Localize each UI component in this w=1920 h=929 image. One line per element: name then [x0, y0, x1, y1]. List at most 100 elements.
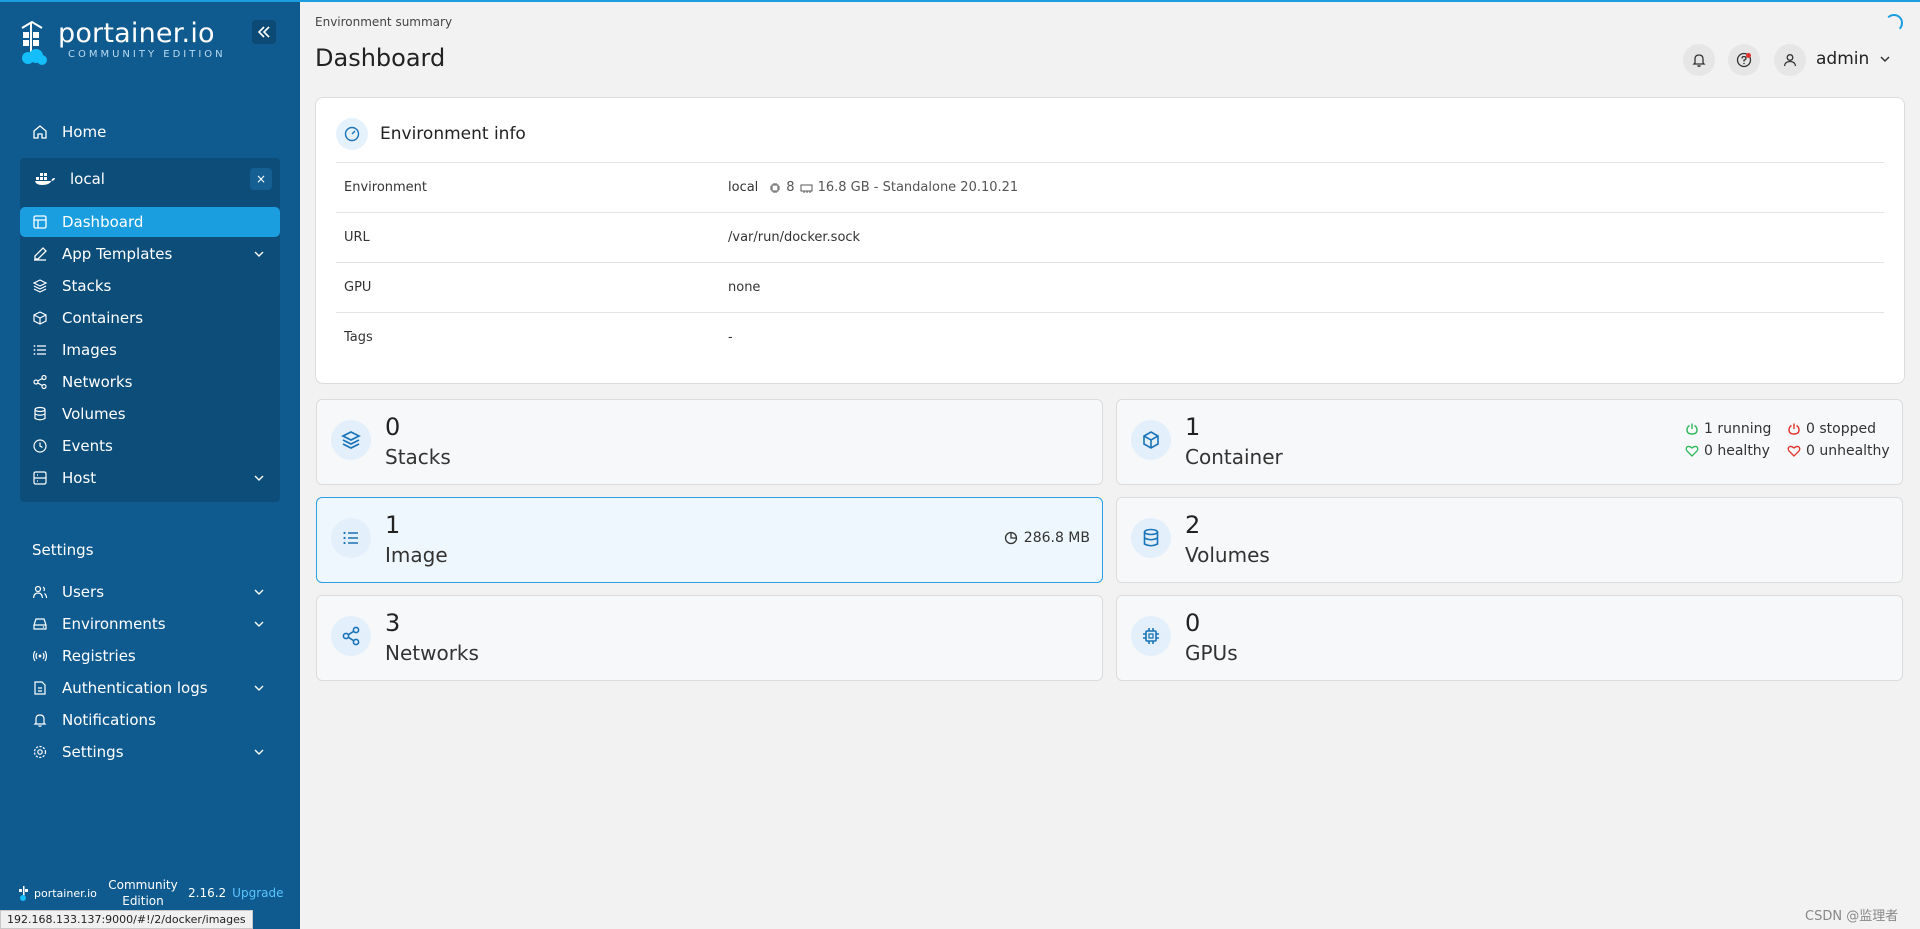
- chevrons-left-icon: [257, 26, 270, 38]
- list-icon: [331, 518, 371, 558]
- images-card[interactable]: 1 Image 286.8 MB: [316, 497, 1103, 583]
- containers-card[interactable]: 1 Container 1 running 0 stopped 0 health…: [1116, 399, 1903, 485]
- info-key: URL: [344, 230, 370, 245]
- box-icon: [1131, 420, 1171, 460]
- running-status: 1 running: [1685, 421, 1771, 437]
- footer-brand: portainer.io: [34, 886, 97, 900]
- upgrade-link[interactable]: Upgrade: [232, 886, 283, 900]
- images-count: 1: [385, 511, 401, 539]
- chevron-down-icon: [254, 749, 264, 755]
- heart-icon: [1685, 445, 1699, 457]
- chevron-down-icon: [254, 475, 264, 481]
- home-icon: [33, 125, 47, 139]
- collapse-sidebar-button[interactable]: [252, 20, 276, 44]
- heart-icon: [1787, 445, 1801, 457]
- notifications-button[interactable]: [1683, 44, 1715, 76]
- file-icon: [34, 681, 46, 695]
- sidebar-item-label: Host: [62, 469, 97, 487]
- brand-edition: COMMUNITY EDITION: [68, 49, 226, 60]
- sidebar-item-settings[interactable]: Settings: [20, 737, 280, 767]
- brand-name: portainer.io: [58, 18, 215, 49]
- info-key: Tags: [344, 330, 373, 345]
- sidebar-item-notifications[interactable]: Notifications: [20, 705, 280, 735]
- sidebar-item-app-templates[interactable]: App Templates: [20, 239, 280, 269]
- info-row-url: URL /var/run/docker.sock: [336, 212, 1884, 262]
- stopped-count: 0 stopped: [1806, 421, 1876, 437]
- sidebar-item-containers[interactable]: Containers: [20, 303, 280, 333]
- sidebar-item-stacks[interactable]: Stacks: [20, 271, 280, 301]
- close-icon: ×: [255, 172, 267, 186]
- status-bar-url: 192.168.133.137:9000/#!/2/docker/images: [0, 910, 253, 929]
- cpu-icon: [1131, 616, 1171, 656]
- loading-bar: [0, 0, 1920, 2]
- layers-icon: [32, 279, 48, 293]
- info-row-tags: Tags -: [336, 312, 1884, 362]
- power-icon: [1686, 423, 1698, 435]
- chevron-down-icon: [254, 621, 264, 627]
- sidebar-item-host[interactable]: Host: [20, 463, 280, 493]
- breadcrumb[interactable]: Environment summary: [315, 15, 452, 29]
- containers-label: Container: [1185, 445, 1283, 469]
- sidebar-item-label: App Templates: [62, 245, 173, 263]
- user-menu-name[interactable]: admin: [1816, 49, 1869, 69]
- environment-name: local: [70, 170, 105, 188]
- networks-card[interactable]: 3 Networks: [316, 595, 1103, 681]
- networks-label: Networks: [385, 641, 479, 665]
- sidebar-item-label: Stacks: [62, 277, 112, 295]
- sidebar-item-authentication-logs[interactable]: Authentication logs: [20, 673, 280, 703]
- sidebar-item-volumes[interactable]: Volumes: [20, 399, 280, 429]
- sidebar-item-label: Images: [62, 341, 117, 359]
- gpus-card[interactable]: 0 GPUs: [1116, 595, 1903, 681]
- chevron-down-icon: [254, 589, 264, 595]
- gear-icon: [33, 745, 47, 759]
- watermark: CSDN @监理者: [1805, 909, 1899, 924]
- sidebar-item-registries[interactable]: Registries: [20, 641, 280, 671]
- sidebar-item-label: Registries: [62, 647, 136, 665]
- server-icon: [33, 471, 47, 485]
- containers-count: 1: [1185, 413, 1201, 441]
- chevron-down-icon: [254, 685, 264, 691]
- stopped-status: 0 stopped: [1787, 421, 1876, 437]
- stacks-count: 0: [385, 413, 401, 441]
- database-icon: [34, 406, 46, 421]
- sidebar-item-networks[interactable]: Networks: [20, 367, 280, 397]
- help-icon: [1736, 52, 1752, 68]
- unhealthy-count: 0 unhealthy: [1806, 443, 1890, 459]
- portainer-logo-icon: [19, 886, 28, 901]
- info-value: /var/run/docker.sock: [728, 230, 861, 245]
- unhealthy-status: 0 unhealthy: [1787, 443, 1890, 459]
- environment-info-header: Environment info: [336, 118, 526, 150]
- stacks-label: Stacks: [385, 445, 451, 469]
- portainer-logo[interactable]: portainer.io COMMUNITY EDITION: [18, 20, 226, 70]
- environment-value: local: [728, 180, 759, 195]
- environment-info-title: Environment info: [380, 124, 526, 144]
- user-icon: [1783, 54, 1797, 67]
- cpu-count: 8: [786, 180, 795, 195]
- sidebar-item-home[interactable]: Home: [20, 117, 280, 147]
- bell-icon: [1692, 54, 1706, 67]
- footer-edition: Community Edition: [108, 878, 178, 908]
- sidebar-item-label: Settings: [62, 743, 124, 761]
- box-icon: [33, 311, 47, 325]
- pie-chart-icon: [1004, 531, 1017, 545]
- running-count: 1 running: [1704, 421, 1772, 437]
- sidebar-item-environments[interactable]: Environments: [20, 609, 280, 639]
- database-icon: [1131, 518, 1171, 558]
- sidebar-item-events[interactable]: Events: [20, 431, 280, 461]
- sidebar-item-label: Volumes: [62, 405, 126, 423]
- user-avatar[interactable]: [1774, 44, 1806, 76]
- edit-icon: [34, 247, 47, 261]
- close-environment-button[interactable]: ×: [250, 168, 272, 190]
- sidebar-item-dashboard[interactable]: Dashboard: [20, 207, 280, 237]
- volumes-card[interactable]: 2 Volumes: [1116, 497, 1903, 583]
- docker-icon: [35, 173, 55, 185]
- stacks-card[interactable]: 0 Stacks: [316, 399, 1103, 485]
- memory-value: 16.8 GB - Standalone 20.10.21: [817, 180, 1019, 195]
- sidebar-item-images[interactable]: Images: [20, 335, 280, 365]
- sidebar-footer: portainer.io Community Edition 2.16.2 Up…: [18, 873, 288, 913]
- sidebar-item-users[interactable]: Users: [20, 577, 280, 607]
- chevron-down-icon[interactable]: [1878, 52, 1892, 66]
- settings-section-title: Settings: [32, 541, 94, 559]
- radio-icon: [32, 650, 48, 662]
- help-button[interactable]: [1728, 44, 1760, 76]
